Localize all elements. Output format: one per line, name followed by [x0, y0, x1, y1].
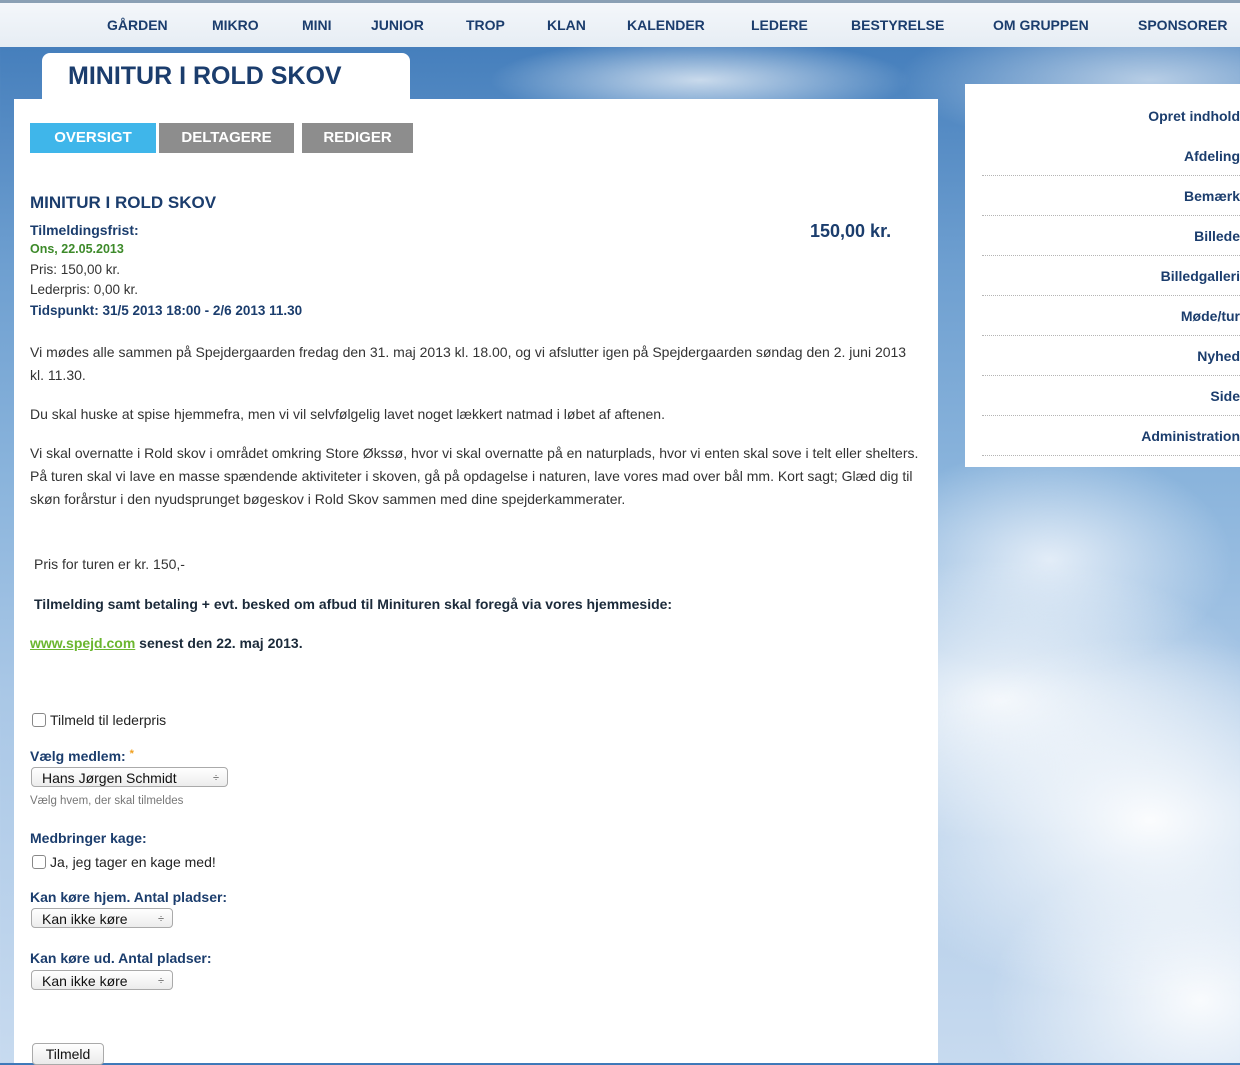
drive-out-select[interactable]: Kan ikke køre ÷ [31, 970, 173, 990]
drive-home-select-value: Kan ikke køre [42, 911, 128, 927]
nav-item-mini[interactable]: MINI [302, 17, 332, 33]
nav-item-kalender[interactable]: KALENDER [627, 17, 705, 33]
sidebar-item-side[interactable]: Side [982, 376, 1240, 416]
deadline-label: Tilmeldingsfrist: [30, 222, 139, 238]
paragraph-signup-info: Tilmelding samt betaling + evt. besked o… [34, 596, 673, 612]
nav-item-garden[interactable]: GÅRDEN [107, 17, 168, 33]
sidebar-item-billede[interactable]: Billede [982, 216, 1240, 256]
select-arrows-icon: ÷ [157, 913, 164, 925]
drive-home-select[interactable]: Kan ikke køre ÷ [31, 908, 173, 928]
member-select[interactable]: Hans Jørgen Schmidt ÷ [31, 767, 228, 787]
sidebar-menu: Opret indhold Afdeling Bemærk Billede Bi… [965, 84, 1240, 467]
leader-price-option: Tilmeld til lederpris [32, 712, 166, 728]
website-link[interactable]: www.spejd.com [30, 635, 135, 651]
paragraph-signup-link: www.spejd.com senest den 22. maj 2013. [30, 632, 920, 655]
paragraph-meeting: Vi mødes alle sammen på Spejdergaarden f… [30, 344, 907, 383]
nav-item-junior[interactable]: JUNIOR [371, 17, 424, 33]
sidebar-item-create-content[interactable]: Opret indhold [982, 96, 1240, 136]
price-text: Pris: 150,00 kr. [30, 262, 121, 277]
sidebar-item-billedgalleri[interactable]: Billedgalleri [982, 256, 1240, 296]
sidebar-item-bemaerk[interactable]: Bemærk [982, 176, 1240, 216]
sidebar-item-administration[interactable]: Administration [982, 416, 1240, 456]
cake-checkbox-label: Ja, jeg tager en kage med! [50, 854, 216, 870]
top-navigation: GÅRDEN MIKRO MINI JUNIOR TROP KLAN KALEN… [0, 3, 1240, 47]
event-price-big: 150,00 kr. [810, 221, 892, 241]
page-title-tab: MINITUR I ROLD SKOV [42, 53, 410, 101]
tab-overview[interactable]: OVERSIGT [30, 123, 156, 153]
sidebar-item-mode-tur[interactable]: Møde/tur [982, 296, 1240, 336]
leader-price-text: Lederpris: 0,00 kr. [30, 282, 139, 297]
select-arrows-icon: ÷ [157, 975, 164, 987]
nav-item-sponsorer[interactable]: SPONSORER [1138, 17, 1227, 33]
event-time: Tidspunkt: 31/5 2013 18:00 - 2/6 2013 11… [30, 303, 303, 318]
leader-price-checkbox-label: Tilmeld til lederpris [50, 712, 167, 728]
select-arrows-icon: ÷ [212, 772, 219, 784]
drive-out-select-value: Kan ikke køre [42, 973, 128, 989]
member-select-value: Hans Jørgen Schmidt [42, 770, 177, 786]
page-title: MINITUR I ROLD SKOV [68, 62, 342, 90]
sidebar-item-afdeling[interactable]: Afdeling [982, 136, 1240, 176]
nav-item-bestyrelse[interactable]: BESTYRELSE [851, 17, 944, 33]
member-description: Vælg hvem, der skal tilmeldes [30, 795, 184, 807]
tab-participants[interactable]: DELTAGERE [159, 123, 294, 153]
sidebar-item-nyhed[interactable]: Nyhed [982, 336, 1240, 376]
leader-price-checkbox[interactable] [32, 713, 46, 727]
nav-item-trop[interactable]: TROP [466, 17, 505, 33]
deadline-date: Ons, 22.05.2013 [30, 242, 124, 256]
main-content: OVERSIGT DELTAGERE REDIGER MINITUR I ROL… [14, 99, 938, 1065]
signup-deadline-text: senest den 22. maj 2013. [135, 635, 303, 651]
submit-button[interactable]: Tilmeld [32, 1043, 104, 1065]
paragraph-food: Du skal huske at spise hjemmefra, men vi… [30, 406, 665, 422]
member-label: Vælg medlem: * [30, 748, 134, 764]
nav-item-klan[interactable]: KLAN [547, 17, 586, 33]
paragraph-activities: Vi skal overnatte i Rold skov i området … [30, 445, 919, 507]
nav-item-om-gruppen[interactable]: OM GRUPPEN [993, 17, 1089, 33]
cake-label: Medbringer kage: [30, 830, 147, 846]
nav-item-ledere[interactable]: LEDERE [751, 17, 808, 33]
member-label-text: Vælg medlem: [30, 748, 126, 764]
cake-checkbox[interactable] [32, 855, 46, 869]
event-title: MINITUR I ROLD SKOV [30, 193, 217, 212]
drive-out-label: Kan køre ud. Antal pladser: [30, 950, 212, 966]
required-mark: * [129, 748, 134, 760]
drive-home-label: Kan køre hjem. Antal pladser: [30, 889, 228, 905]
nav-item-mikro[interactable]: MIKRO [212, 17, 259, 33]
paragraph-price: Pris for turen er kr. 150,- [34, 556, 185, 572]
tab-edit[interactable]: REDIGER [302, 123, 413, 153]
cake-option: Ja, jeg tager en kage med! [32, 854, 216, 870]
